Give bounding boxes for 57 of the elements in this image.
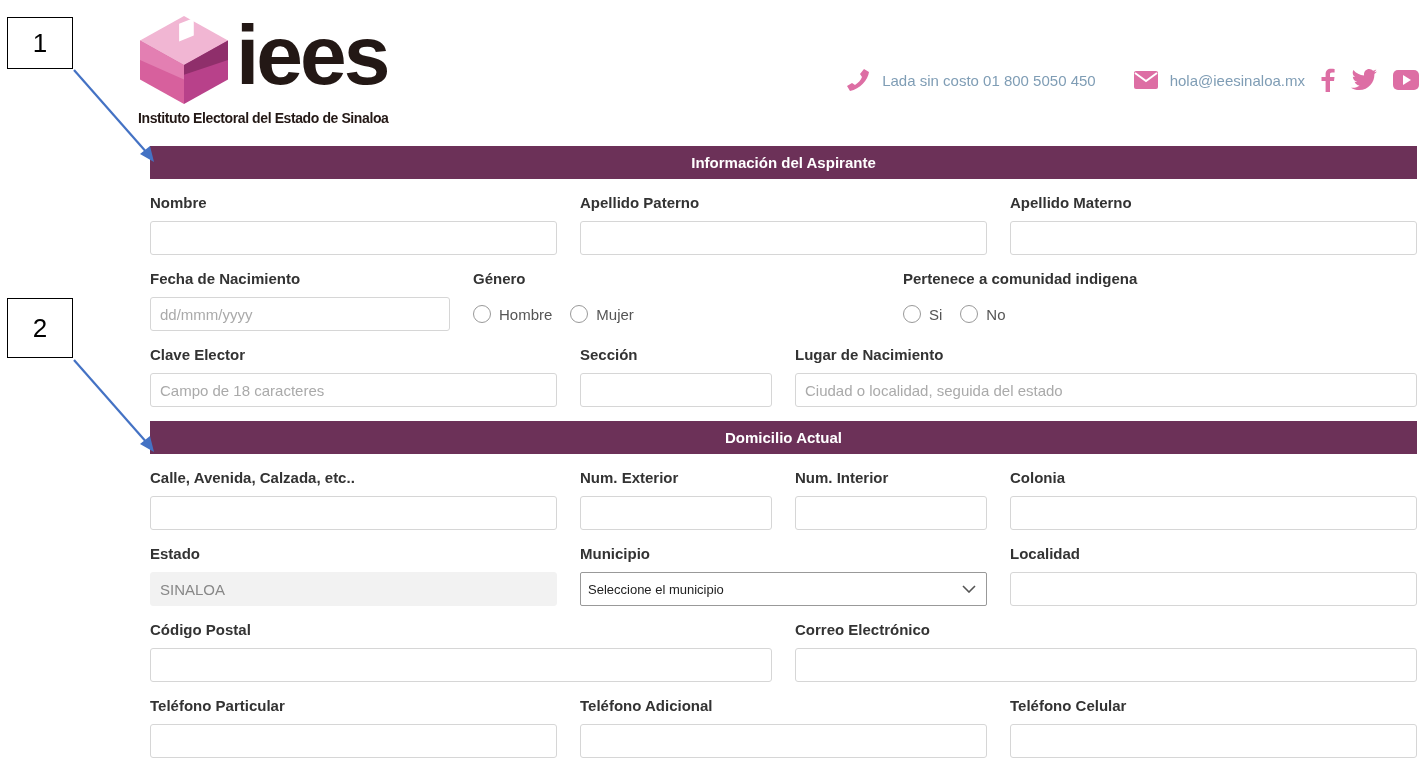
callout-number: 2: [7, 298, 73, 358]
input-field[interactable]: [580, 724, 987, 758]
field-label: Num. Exterior: [580, 468, 680, 488]
logo-subtitle: Instituto Electoral del Estado de Sinaloa: [138, 110, 389, 126]
field-label: Clave Elector: [150, 345, 247, 365]
field-label: Estado: [150, 544, 201, 564]
field-label: Sección: [580, 345, 639, 365]
field-label: Código Postal: [150, 620, 252, 640]
input-field[interactable]: [150, 496, 557, 530]
field-label: Nombre: [150, 193, 208, 213]
field-label: Municipio: [580, 544, 651, 564]
section-header: Domicilio Actual: [150, 421, 1417, 454]
mail-icon: [1133, 71, 1158, 89]
radio-option[interactable]: Mujer: [570, 305, 634, 323]
radio-option[interactable]: Si: [903, 305, 943, 323]
field-label: Calle, Avenida, Calzada, etc..: [150, 468, 356, 488]
field-label: Teléfono Celular: [1010, 696, 1128, 716]
input-field[interactable]: Campo de 18 caracteres: [150, 373, 557, 407]
twitter-icon[interactable]: [1351, 69, 1377, 91]
input-field[interactable]: [580, 496, 772, 530]
field-label: Pertenece a comunidad indigena: [903, 269, 1139, 289]
input-field[interactable]: [580, 221, 987, 255]
input-field[interactable]: [1010, 572, 1417, 606]
input-field[interactable]: dd/mmm/yyyy: [150, 297, 450, 331]
field-label: Lugar de Nacimiento: [795, 345, 945, 365]
field-label: Teléfono Adicional: [580, 696, 714, 716]
input-field[interactable]: [1010, 496, 1417, 530]
input-field[interactable]: [1010, 724, 1417, 758]
radio-option[interactable]: Hombre: [473, 305, 553, 323]
field-label: Localidad: [1010, 544, 1081, 564]
input-field[interactable]: [795, 496, 987, 530]
field-label: Num. Interior: [795, 468, 890, 488]
field-label: Fecha de Nacimiento: [150, 269, 302, 289]
input-field[interactable]: [1010, 221, 1417, 255]
youtube-icon[interactable]: [1393, 70, 1419, 90]
municipio-dropdown[interactable]: Seleccione el municipio: [580, 572, 987, 606]
logo-text: iees: [236, 13, 388, 97]
section-header: Información del Aspirante: [150, 146, 1417, 179]
input-field[interactable]: Ciudad o localidad, seguida del estado: [795, 373, 1417, 407]
input-field[interactable]: [150, 221, 557, 255]
callout-number: 1: [7, 17, 73, 69]
field-label: Género: [473, 269, 527, 289]
ballot-box-icon: [138, 16, 230, 104]
input-field[interactable]: [795, 648, 1417, 682]
field-label: Apellido Materno: [1010, 193, 1133, 213]
radio-option[interactable]: No: [960, 305, 1006, 323]
input-field[interactable]: [150, 724, 557, 758]
field-label: Teléfono Particular: [150, 696, 286, 716]
field-label: Correo Electrónico: [795, 620, 932, 640]
field-label: Apellido Paterno: [580, 193, 701, 213]
chevron-down-icon: [962, 585, 976, 593]
field-label: Colonia: [1010, 468, 1066, 488]
input-field[interactable]: [580, 373, 772, 407]
phone-icon: [846, 68, 871, 92]
facebook-icon[interactable]: [1321, 68, 1335, 92]
input-field[interactable]: [150, 648, 772, 682]
phone-number: Lada sin costo 01 800 5050 450: [882, 71, 1096, 89]
